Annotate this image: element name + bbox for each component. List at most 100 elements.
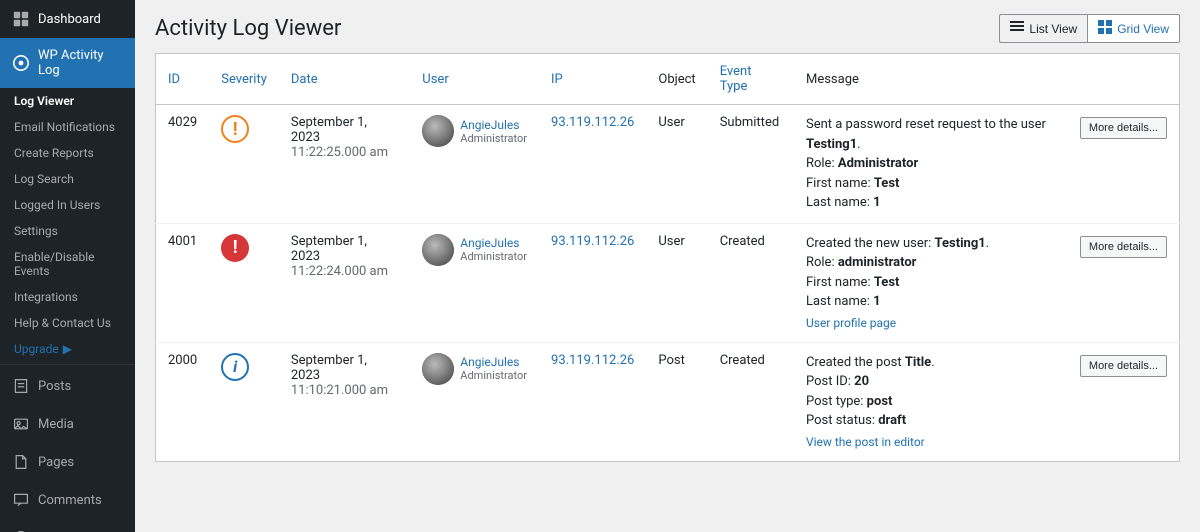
view-post-in-editor-link[interactable]: View the post in editor: [806, 433, 1056, 451]
cell-severity: !: [209, 223, 279, 342]
cell-ip: 93.119.112.26: [539, 342, 646, 461]
page-title: Activity Log Viewer: [155, 16, 341, 41]
cell-object: User: [646, 223, 707, 342]
user-profile-link[interactable]: User profile page: [806, 314, 1056, 332]
severity-warning-icon: !: [221, 115, 249, 143]
col-event-type: Event Type: [708, 54, 794, 105]
col-severity: Severity: [209, 54, 279, 105]
sidebar-item-help-contact[interactable]: Help & Contact Us: [0, 310, 135, 336]
col-id: ID: [156, 54, 210, 105]
sidebar-item-wp-activity-log[interactable]: WP Activity Log: [0, 38, 135, 88]
wp-activity-log-icon: [12, 54, 30, 72]
cell-user: AngieJules Administrator: [410, 342, 539, 461]
sidebar-item-logged-in-users[interactable]: Logged In Users: [0, 192, 135, 218]
list-view-label: List View: [1029, 22, 1077, 36]
ip-link[interactable]: 93.119.112.26: [551, 115, 634, 130]
cell-event-type: Created: [708, 223, 794, 342]
pages-icon: [12, 453, 30, 471]
list-view-button[interactable]: List View: [999, 14, 1087, 43]
wp-activity-log-label: WP Activity Log: [38, 48, 123, 78]
cell-date: September 1, 2023 11:22:24.000 am: [279, 223, 410, 342]
page-header: Activity Log Viewer List View Grid View: [135, 0, 1200, 53]
posts-icon: [12, 377, 30, 395]
more-details-button[interactable]: More details...: [1080, 236, 1167, 258]
col-ip: IP: [539, 54, 646, 105]
sidebar-item-comments[interactable]: Comments: [0, 481, 135, 519]
media-icon: [12, 415, 30, 433]
more-details-button[interactable]: More details...: [1080, 117, 1167, 139]
cell-date: September 1, 2023 11:22:25.000 am: [279, 105, 410, 224]
cell-event-type: Submitted: [708, 105, 794, 224]
sidebar-item-dashboard[interactable]: Dashboard: [0, 0, 135, 38]
col-object: Object: [646, 54, 707, 105]
cell-more-details: More details...: [1068, 223, 1180, 342]
grid-view-button[interactable]: Grid View: [1087, 14, 1180, 43]
sidebar-item-pages[interactable]: Pages: [0, 443, 135, 481]
user-role: Administrator: [460, 132, 527, 145]
severity-info-icon: i: [221, 353, 249, 381]
sidebar-item-enable-disable[interactable]: Enable/Disable Events: [0, 244, 135, 284]
col-message: Message: [794, 54, 1068, 105]
cell-message: Created the new user: Testing1. Role: ad…: [794, 223, 1068, 342]
cell-object: User: [646, 105, 707, 224]
table-header-row: ID Severity Date User IP Object Event Ty…: [156, 54, 1180, 105]
cell-severity: i: [209, 342, 279, 461]
dashboard-label: Dashboard: [38, 12, 101, 27]
user-name[interactable]: AngieJules: [460, 236, 527, 250]
cell-event-type: Created: [708, 342, 794, 461]
sidebar-item-log-search[interactable]: Log Search: [0, 166, 135, 192]
avatar: [422, 234, 454, 266]
pages-label: Pages: [38, 455, 74, 470]
cell-object: Post: [646, 342, 707, 461]
cell-ip: 93.119.112.26: [539, 223, 646, 342]
table-row: 4029 ! September 1, 2023 11:22:25.000 am: [156, 105, 1180, 224]
comments-icon: [12, 491, 30, 509]
col-user: User: [410, 54, 539, 105]
avatar: [422, 115, 454, 147]
cell-id: 4029: [156, 105, 210, 224]
dashboard-icon: [12, 10, 30, 28]
cell-more-details: More details...: [1068, 105, 1180, 224]
user-role: Administrator: [460, 250, 527, 263]
sidebar-item-posts[interactable]: Posts: [0, 367, 135, 405]
grid-view-label: Grid View: [1117, 22, 1169, 36]
severity-error-icon: !: [221, 234, 249, 262]
cell-ip: 93.119.112.26: [539, 105, 646, 224]
sidebar-item-media[interactable]: Media: [0, 405, 135, 443]
cell-message: Created the post Title. Post ID: 20 Post…: [794, 342, 1068, 461]
arrow-right-icon: ▶: [63, 342, 72, 356]
cell-id: 2000: [156, 342, 210, 461]
sidebar-item-upgrade[interactable]: Upgrade ▶: [0, 336, 135, 362]
table-row: 2000 i September 1, 2023 11:10:21.000 am: [156, 342, 1180, 461]
col-date: Date: [279, 54, 410, 105]
cell-more-details: More details...: [1068, 342, 1180, 461]
user-role: Administrator: [460, 369, 527, 382]
sidebar-item-settings[interactable]: Settings: [0, 218, 135, 244]
sidebar-item-email-notifications[interactable]: Email Notifications: [0, 114, 135, 140]
table-row: 4001 ! September 1, 2023 11:22:24.000 am: [156, 223, 1180, 342]
sidebar-item-appearance[interactable]: Appearance: [0, 519, 135, 532]
col-details: [1068, 54, 1180, 105]
cell-date: September 1, 2023 11:10:21.000 am: [279, 342, 410, 461]
main-content: Activity Log Viewer List View Grid View …: [135, 0, 1200, 532]
sidebar: Dashboard WP Activity Log Log Viewer Ema…: [0, 0, 135, 532]
cell-message: Sent a password reset request to the use…: [794, 105, 1068, 224]
sidebar-item-integrations[interactable]: Integrations: [0, 284, 135, 310]
view-toggle: List View Grid View: [999, 14, 1180, 43]
activity-log-table: ID Severity Date User IP Object Event Ty…: [155, 53, 1180, 462]
user-name[interactable]: AngieJules: [460, 118, 527, 132]
ip-link[interactable]: 93.119.112.26: [551, 353, 634, 368]
media-label: Media: [38, 417, 74, 432]
comments-label: Comments: [38, 493, 102, 508]
posts-label: Posts: [38, 379, 71, 394]
ip-link[interactable]: 93.119.112.26: [551, 234, 634, 249]
cell-user: AngieJules Administrator: [410, 223, 539, 342]
sidebar-item-create-reports[interactable]: Create Reports: [0, 140, 135, 166]
user-name[interactable]: AngieJules: [460, 355, 527, 369]
cell-severity: !: [209, 105, 279, 224]
cell-id: 4001: [156, 223, 210, 342]
more-details-button[interactable]: More details...: [1080, 355, 1167, 377]
sidebar-item-log-viewer[interactable]: Log Viewer: [0, 88, 135, 114]
avatar: [422, 353, 454, 385]
table-area: ID Severity Date User IP Object Event Ty…: [135, 53, 1200, 532]
